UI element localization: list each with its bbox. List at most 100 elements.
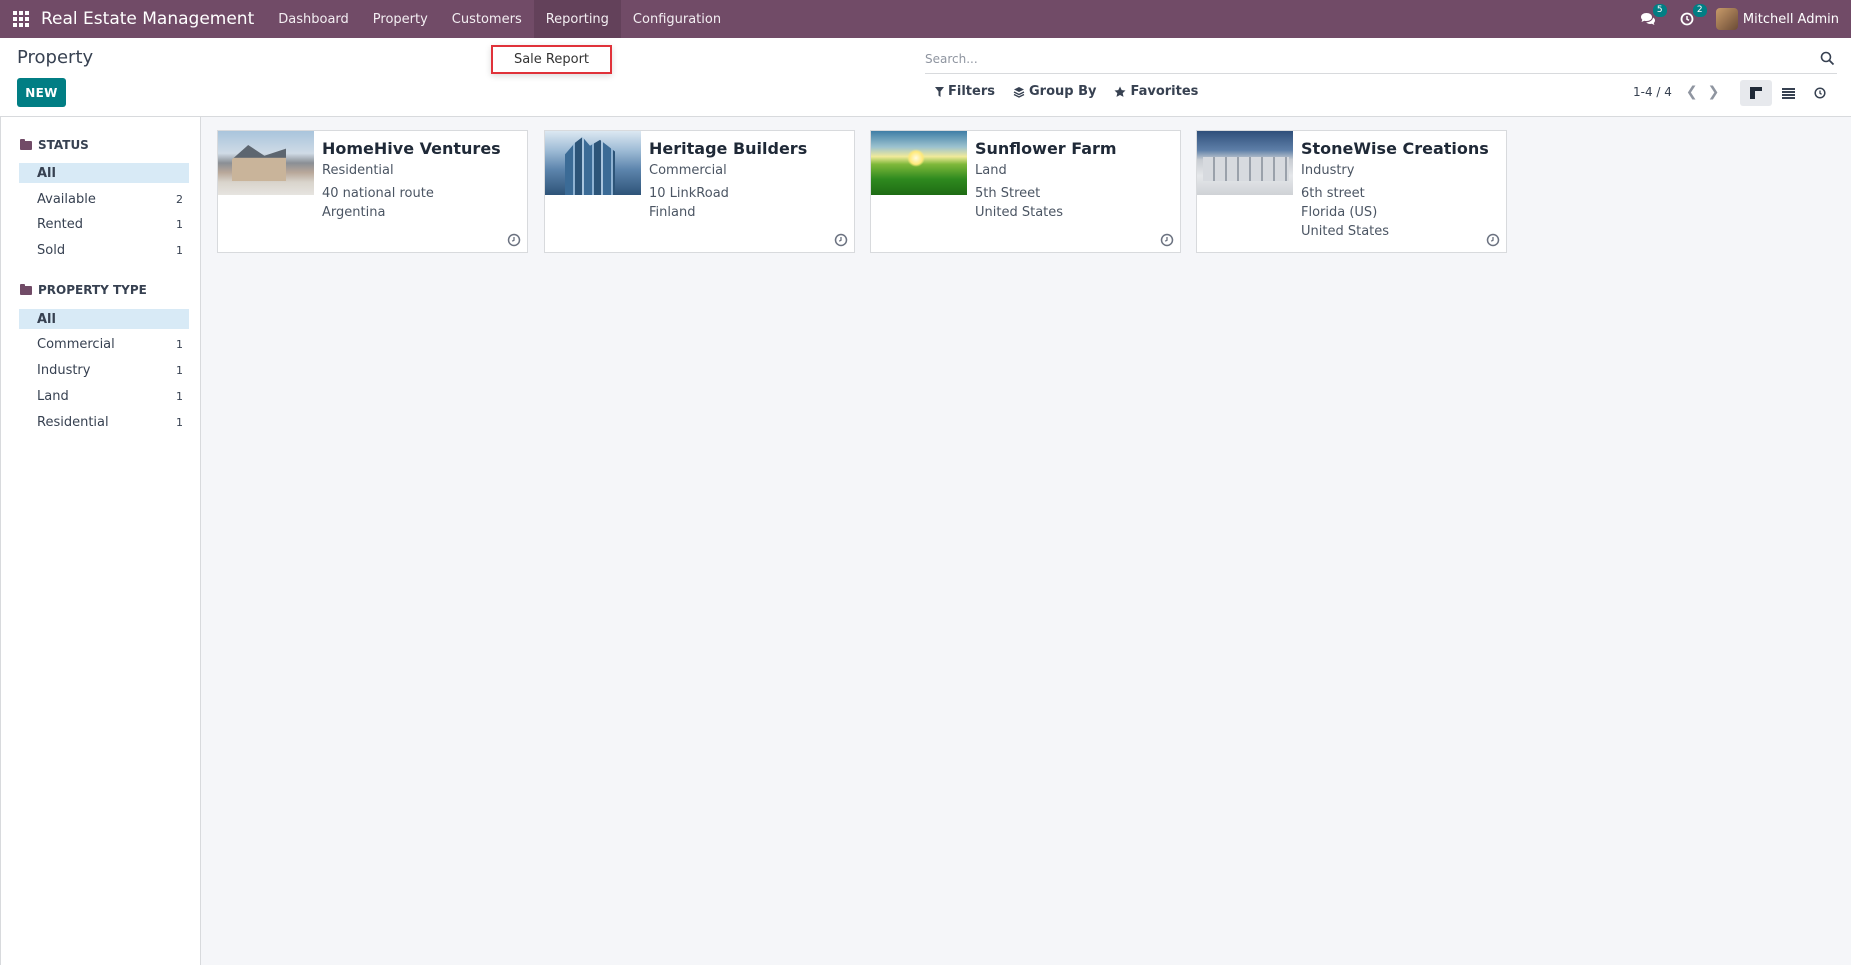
type-item-land[interactable]: Land 1 <box>19 386 189 406</box>
pager-value[interactable]: 1-4 / 4 <box>1633 85 1672 99</box>
status-count: 2 <box>176 192 183 206</box>
type-count: 1 <box>176 363 183 377</box>
messages-button[interactable]: 5 <box>1640 4 1667 26</box>
activities-badge: 2 <box>1692 4 1707 17</box>
apps-menu-icon[interactable] <box>2 0 40 38</box>
activities-button[interactable]: 2 <box>1680 4 1707 26</box>
status-label: Sold <box>37 242 66 258</box>
filters-label: Filters <box>948 84 995 99</box>
messages-badge: 5 <box>1652 4 1667 17</box>
property-street: 5th Street <box>975 186 1041 201</box>
property-type: Land <box>975 163 1007 178</box>
star-icon <box>1114 86 1126 97</box>
systray: 5 2 Mitchell Admin <box>1640 0 1839 38</box>
status-count: 1 <box>176 243 183 257</box>
control-panel: Property NEW Filters Group By Favorites … <box>0 38 1851 117</box>
top-navbar: Real Estate Management Dashboard Propert… <box>0 0 1851 38</box>
status-label: All <box>37 165 56 181</box>
property-country: Argentina <box>322 205 386 220</box>
search-bar <box>925 44 1837 74</box>
property-type: Industry <box>1301 163 1355 178</box>
status-section-header: STATUS <box>20 138 89 152</box>
activity-clock-icon[interactable] <box>507 233 521 247</box>
menu-property[interactable]: Property <box>361 0 440 38</box>
activity-clock-icon[interactable] <box>1486 233 1500 247</box>
property-card[interactable]: HomeHive Ventures Residential 40 nationa… <box>217 130 528 253</box>
type-item-commercial[interactable]: Commercial 1 <box>19 334 189 354</box>
groupby-label: Group By <box>1028 84 1097 99</box>
property-street: 6th street <box>1301 186 1365 201</box>
app-brand[interactable]: Real Estate Management <box>41 9 254 29</box>
folder-icon <box>20 138 32 150</box>
type-item-residential[interactable]: Residential 1 <box>19 412 189 432</box>
kanban-icon <box>1750 87 1762 99</box>
type-count: 1 <box>176 389 183 403</box>
clock-icon <box>1814 87 1826 99</box>
new-button[interactable]: NEW <box>17 78 66 107</box>
user-name: Mitchell Admin <box>1742 11 1839 27</box>
type-label: All <box>37 311 56 327</box>
property-card[interactable]: Heritage Builders Commercial 10 LinkRoad… <box>544 130 855 253</box>
menu-dashboard[interactable]: Dashboard <box>266 0 361 38</box>
groupby-button[interactable]: Group By <box>1013 84 1096 99</box>
status-label: Rented <box>37 216 84 232</box>
list-view-button[interactable] <box>1772 80 1804 106</box>
main-menu: Dashboard Property Customers Reporting C… <box>266 0 733 38</box>
property-country: United States <box>975 205 1064 220</box>
status-item-available[interactable]: Available 2 <box>19 189 189 209</box>
status-item-sold[interactable]: Sold 1 <box>19 240 189 260</box>
property-name: Heritage Builders <box>649 139 808 158</box>
property-image <box>871 131 967 195</box>
pager-next-icon[interactable]: ❯ <box>1708 84 1720 100</box>
menu-reporting[interactable]: Reporting <box>533 0 621 38</box>
type-count: 1 <box>176 337 183 351</box>
property-card[interactable]: StoneWise Creations Industry 6th street … <box>1196 130 1507 253</box>
list-icon <box>1781 87 1795 99</box>
property-image <box>218 131 314 195</box>
pager: 1-4 / 4 ❮ ❯ <box>1633 84 1719 100</box>
status-item-all[interactable]: All <box>19 163 189 183</box>
search-icon[interactable] <box>1820 51 1835 66</box>
folder-icon <box>20 283 32 295</box>
property-name: HomeHive Ventures <box>322 139 501 158</box>
type-item-industry[interactable]: Industry 1 <box>19 360 189 380</box>
property-type: Commercial <box>649 163 727 178</box>
menu-configuration[interactable]: Configuration <box>621 0 733 38</box>
search-options: Filters Group By Favorites <box>935 84 1198 99</box>
activity-view-button[interactable] <box>1804 80 1836 106</box>
type-item-all[interactable]: All <box>19 309 189 329</box>
type-label: Commercial <box>37 336 115 352</box>
property-street: 40 national route <box>322 186 434 201</box>
status-item-rented[interactable]: Rented 1 <box>19 214 189 234</box>
favorites-label: Favorites <box>1130 84 1199 99</box>
property-card[interactable]: Sunflower Farm Land 5th Street United St… <box>870 130 1181 253</box>
property-country: United States <box>1301 224 1390 239</box>
type-count: 1 <box>176 415 183 429</box>
kanban-view: HomeHive Ventures Residential 40 nationa… <box>201 117 1851 965</box>
activity-clock-icon[interactable] <box>834 233 848 247</box>
property-street: 10 LinkRoad <box>649 186 729 201</box>
pager-previous-icon[interactable]: ❮ <box>1686 84 1698 100</box>
layers-icon <box>1013 86 1025 98</box>
property-country: Finland <box>649 205 696 220</box>
funnel-icon <box>935 86 944 97</box>
search-panel: STATUS All Available 2 Rented 1 Sold 1 P… <box>0 117 201 965</box>
kanban-view-button[interactable] <box>1740 80 1772 106</box>
filters-button[interactable]: Filters <box>935 84 995 99</box>
property-name: StoneWise Creations <box>1301 139 1489 158</box>
property-image <box>1197 131 1293 195</box>
type-label: Land <box>37 388 69 404</box>
favorites-button[interactable]: Favorites <box>1114 84 1198 99</box>
user-menu[interactable]: Mitchell Admin <box>1715 8 1839 30</box>
page-title[interactable]: Property <box>17 47 93 68</box>
property-name: Sunflower Farm <box>975 139 1117 158</box>
status-label: Available <box>37 191 96 207</box>
sale-report-menu-item[interactable]: Sale Report <box>491 45 612 74</box>
property-type-section-header: PROPERTY TYPE <box>20 283 147 297</box>
status-count: 1 <box>176 217 183 231</box>
type-header-label: PROPERTY TYPE <box>38 283 147 297</box>
menu-customers[interactable]: Customers <box>440 0 534 38</box>
property-state: Florida (US) <box>1301 205 1378 220</box>
activity-clock-icon[interactable] <box>1160 233 1174 247</box>
search-input[interactable] <box>925 51 1785 66</box>
